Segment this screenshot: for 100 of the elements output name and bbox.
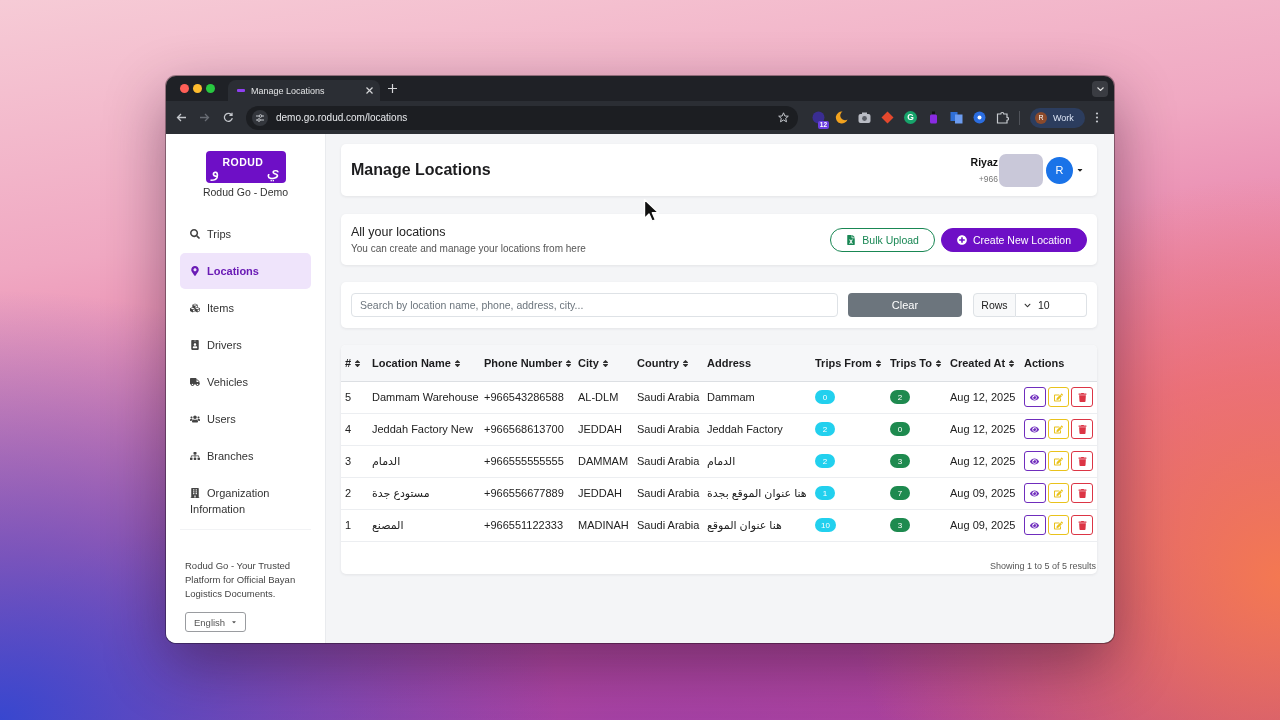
menu-icon[interactable] — [1095, 112, 1099, 123]
reload-icon[interactable] — [223, 112, 234, 123]
view-button[interactable] — [1024, 451, 1046, 471]
nav-item[interactable]: Users — [180, 401, 311, 437]
sort-icon — [874, 358, 882, 368]
puzzle-icon[interactable] — [996, 111, 1009, 124]
forward-arrow-icon[interactable] — [199, 112, 210, 123]
column-header[interactable]: Trips From — [811, 345, 886, 381]
cubes-icon — [190, 303, 200, 313]
nav-item[interactable]: Items — [180, 290, 311, 326]
table-cell: AL-DLM — [574, 381, 633, 413]
caret-down-icon — [231, 619, 238, 625]
rows-label: Rows — [973, 293, 1016, 317]
column-header[interactable]: City — [574, 345, 633, 381]
star-icon[interactable] — [778, 112, 789, 123]
delete-button[interactable] — [1071, 483, 1093, 503]
table-cell: Aug 12, 2025 — [946, 445, 1020, 477]
nav-item[interactable]: Locations — [180, 253, 311, 289]
count-badge: 0 — [890, 422, 910, 437]
clear-button[interactable]: Clear — [848, 293, 962, 317]
table-cell: الدمام — [703, 445, 811, 477]
edit-icon — [1054, 520, 1063, 530]
bottle-icon[interactable] — [927, 111, 940, 124]
caret-down-icon[interactable] — [1076, 166, 1084, 174]
eye-icon — [1030, 424, 1040, 434]
table-cell: +966543286588 — [480, 381, 574, 413]
view-button[interactable] — [1024, 419, 1046, 439]
column-header[interactable]: Phone Number — [480, 345, 574, 381]
table-cell: +966556677889 — [480, 477, 574, 509]
camera-icon[interactable] — [858, 111, 871, 124]
user-avatar[interactable]: R — [1046, 156, 1073, 184]
column-header[interactable]: Location Name — [368, 345, 480, 381]
count-badge: 1 — [815, 486, 835, 501]
minimize-window-icon[interactable] — [193, 84, 202, 93]
nav-item[interactable]: Drivers — [180, 327, 311, 363]
table-cell: Dammam — [703, 381, 811, 413]
close-icon[interactable] — [366, 87, 373, 94]
column-header[interactable]: # — [341, 345, 368, 381]
plus-icon[interactable] — [388, 84, 397, 93]
count-badge: 7 — [890, 486, 910, 501]
table-cell: هنا عنوان الموقع — [703, 509, 811, 541]
sort-icon — [682, 358, 690, 368]
truck-icon — [190, 377, 200, 387]
logo-wordmark: RODUD — [222, 156, 264, 168]
upload-button[interactable]: Bulk Upload — [830, 227, 935, 252]
page-title: Manage Locations — [351, 161, 491, 179]
table-cell: 3 — [341, 445, 368, 477]
tab-list-button[interactable] — [1092, 80, 1108, 97]
table-cell: +966551122333 — [480, 509, 574, 541]
nav-item[interactable]: Branches — [180, 438, 311, 474]
count-badge: 2 — [815, 454, 835, 469]
crescent-icon[interactable] — [835, 111, 848, 124]
dot-circle-icon[interactable] — [973, 111, 986, 124]
sort-icon — [354, 358, 362, 368]
language-select[interactable]: English — [185, 612, 247, 632]
diamond-icon[interactable] — [881, 111, 894, 124]
delete-button[interactable] — [1071, 387, 1093, 407]
trash-icon — [1077, 488, 1087, 498]
column-header[interactable]: Country — [633, 345, 703, 381]
logo-glyph: ي — [266, 163, 280, 180]
view-button[interactable] — [1024, 515, 1046, 535]
table-cell: Saudi Arabia — [633, 445, 703, 477]
table-cell: الدمام — [368, 445, 480, 477]
browser-tab[interactable]: Manage Locations — [228, 80, 380, 101]
delete-button[interactable] — [1071, 419, 1093, 439]
building-icon — [190, 488, 200, 498]
column-header[interactable]: Created At — [946, 345, 1020, 381]
table-cell: +966568613700 — [480, 413, 574, 445]
nav-item[interactable]: Trips — [180, 216, 311, 252]
view-button[interactable] — [1024, 483, 1046, 503]
edit-icon — [1054, 488, 1063, 498]
table-cell: Aug 12, 2025 — [946, 413, 1020, 445]
section-title: All your locations — [351, 224, 447, 240]
table-cell: المصنع — [368, 509, 480, 541]
address-bar[interactable]: demo.go.rodud.com/locations — [246, 105, 798, 130]
dash-icon — [237, 89, 245, 92]
map-pin-icon — [190, 266, 200, 276]
disc-icon[interactable] — [812, 111, 825, 124]
logo-glyph: و — [211, 163, 220, 180]
nav-item[interactable]: Organization Information — [180, 475, 311, 527]
table-cell: 5 — [341, 381, 368, 413]
id-card-icon — [190, 340, 200, 350]
search-field[interactable]: Search by location name, phone, address, city... — [351, 293, 838, 317]
nav-item[interactable]: Vehicles — [180, 364, 311, 400]
rows-select[interactable]: 10 — [1016, 293, 1087, 317]
table-cell: Dammam Warehouse — [368, 381, 480, 413]
user-phone: +966 — [978, 172, 998, 185]
user-name: Riyaz — [970, 155, 998, 168]
back-arrow-icon[interactable] — [176, 112, 187, 123]
column-header[interactable]: Trips To — [886, 345, 946, 381]
zoom-window-icon[interactable] — [206, 84, 215, 93]
delete-button[interactable] — [1071, 451, 1093, 471]
view-button[interactable] — [1024, 387, 1046, 407]
close-window-icon[interactable] — [180, 84, 189, 93]
spreadsheet-icon — [846, 234, 857, 245]
tune-icon[interactable] — [252, 109, 268, 126]
sort-icon — [934, 358, 942, 368]
create-button[interactable]: Create New Location — [940, 227, 1087, 252]
squares-icon[interactable] — [950, 111, 963, 124]
delete-button[interactable] — [1071, 515, 1093, 535]
